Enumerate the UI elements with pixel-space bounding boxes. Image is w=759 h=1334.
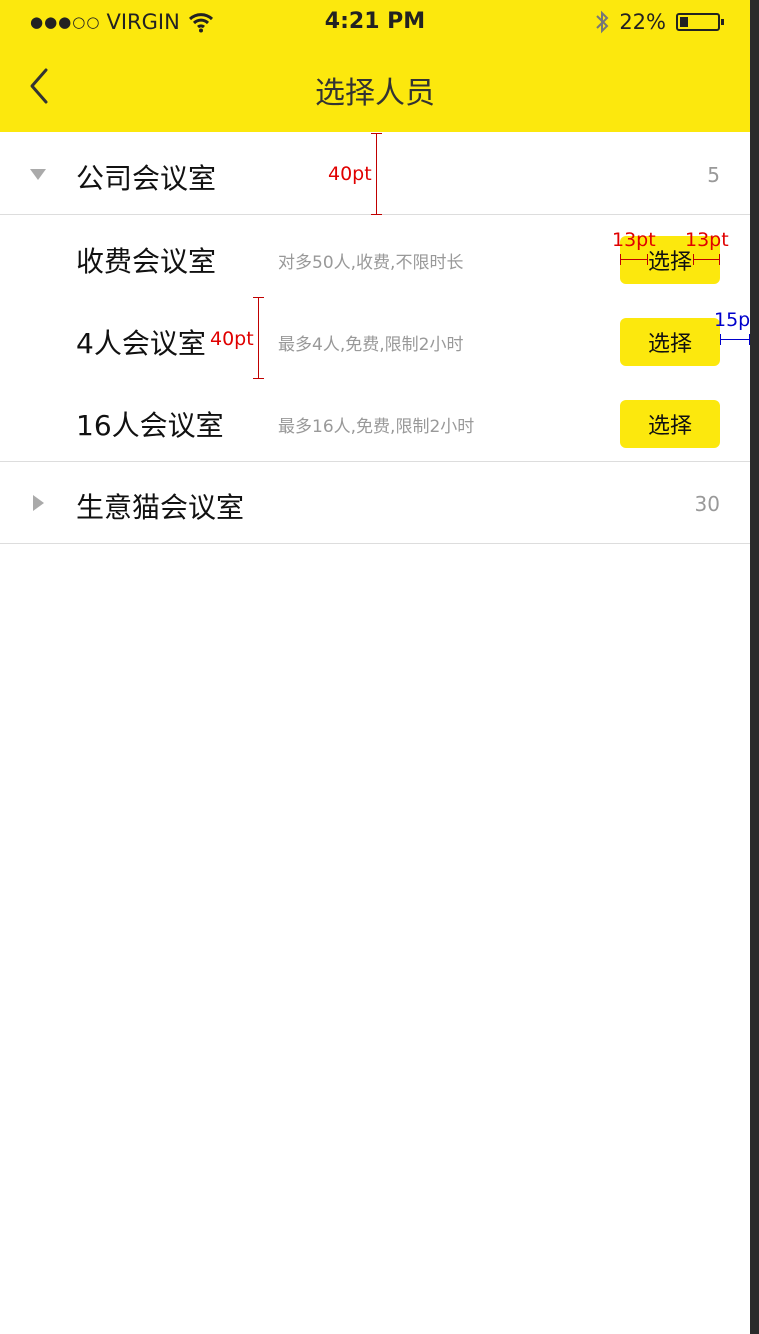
group-name: 公司会议室 <box>76 162 217 195</box>
caret-down-icon <box>30 169 46 180</box>
measure-cap <box>253 297 264 298</box>
status-right: 22% <box>595 10 724 34</box>
battery-icon <box>676 13 724 31</box>
room-row: 16人会议室 最多16人,免费,限制2小时 选择 <box>0 380 750 462</box>
group-count: 30 <box>694 492 720 516</box>
measure-cap <box>720 334 721 345</box>
header: ●●●○○ VIRGIN 4:21 PM 22% 选择人员 <box>0 0 750 132</box>
room-row: 4人会议室 最多4人,免费,限制2小时 选择 <box>0 298 750 380</box>
caret-right-icon <box>33 495 44 511</box>
room-description: 对多50人,收费,不限时长 <box>278 253 464 273</box>
measure-cap <box>719 254 720 265</box>
status-bar: ●●●○○ VIRGIN 4:21 PM 22% <box>0 0 750 44</box>
measure-cap <box>253 378 264 379</box>
annotation-row-height: 40pt <box>210 328 254 350</box>
measure-line <box>693 259 720 260</box>
room-name: 16人会议室 <box>76 409 224 442</box>
room-description: 最多16人,免费,限制2小时 <box>278 417 475 437</box>
battery-cap <box>721 19 724 25</box>
measure-line <box>620 259 648 260</box>
annotation-padding-right: 13pt <box>685 229 729 251</box>
measure-line <box>376 133 377 215</box>
select-button[interactable]: 选择 <box>620 318 720 366</box>
measure-cap <box>620 254 621 265</box>
battery-level <box>680 17 688 27</box>
measure-cap <box>647 254 648 265</box>
room-description: 最多4人,免费,限制2小时 <box>278 335 464 355</box>
bluetooth-icon <box>596 10 609 34</box>
group-name: 生意猫会议室 <box>76 491 245 524</box>
group-row-company[interactable]: 公司会议室 5 <box>0 133 750 215</box>
measure-cap <box>371 133 382 134</box>
annotation-padding-left: 13pt <box>612 229 656 251</box>
group-count: 5 <box>707 163 720 187</box>
group-row-shengyimao[interactable]: 生意猫会议室 30 <box>0 462 750 544</box>
measure-line <box>258 297 259 379</box>
screen: ●●●○○ VIRGIN 4:21 PM 22% 选择人员 公司会议室 5 收费… <box>0 0 758 1334</box>
room-name: 4人会议室 <box>76 327 206 360</box>
page-title: 选择人员 <box>315 76 435 111</box>
measure-cap <box>371 214 382 215</box>
room-name: 收费会议室 <box>76 245 217 278</box>
annotation-row-height: 40pt <box>328 163 372 185</box>
battery-percent: 22% <box>619 10 666 34</box>
measure-cap <box>693 254 694 265</box>
select-button[interactable]: 选择 <box>620 400 720 448</box>
measure-line <box>720 339 750 340</box>
device-edge <box>750 0 759 1334</box>
nav-bar: 选择人员 <box>0 44 750 132</box>
